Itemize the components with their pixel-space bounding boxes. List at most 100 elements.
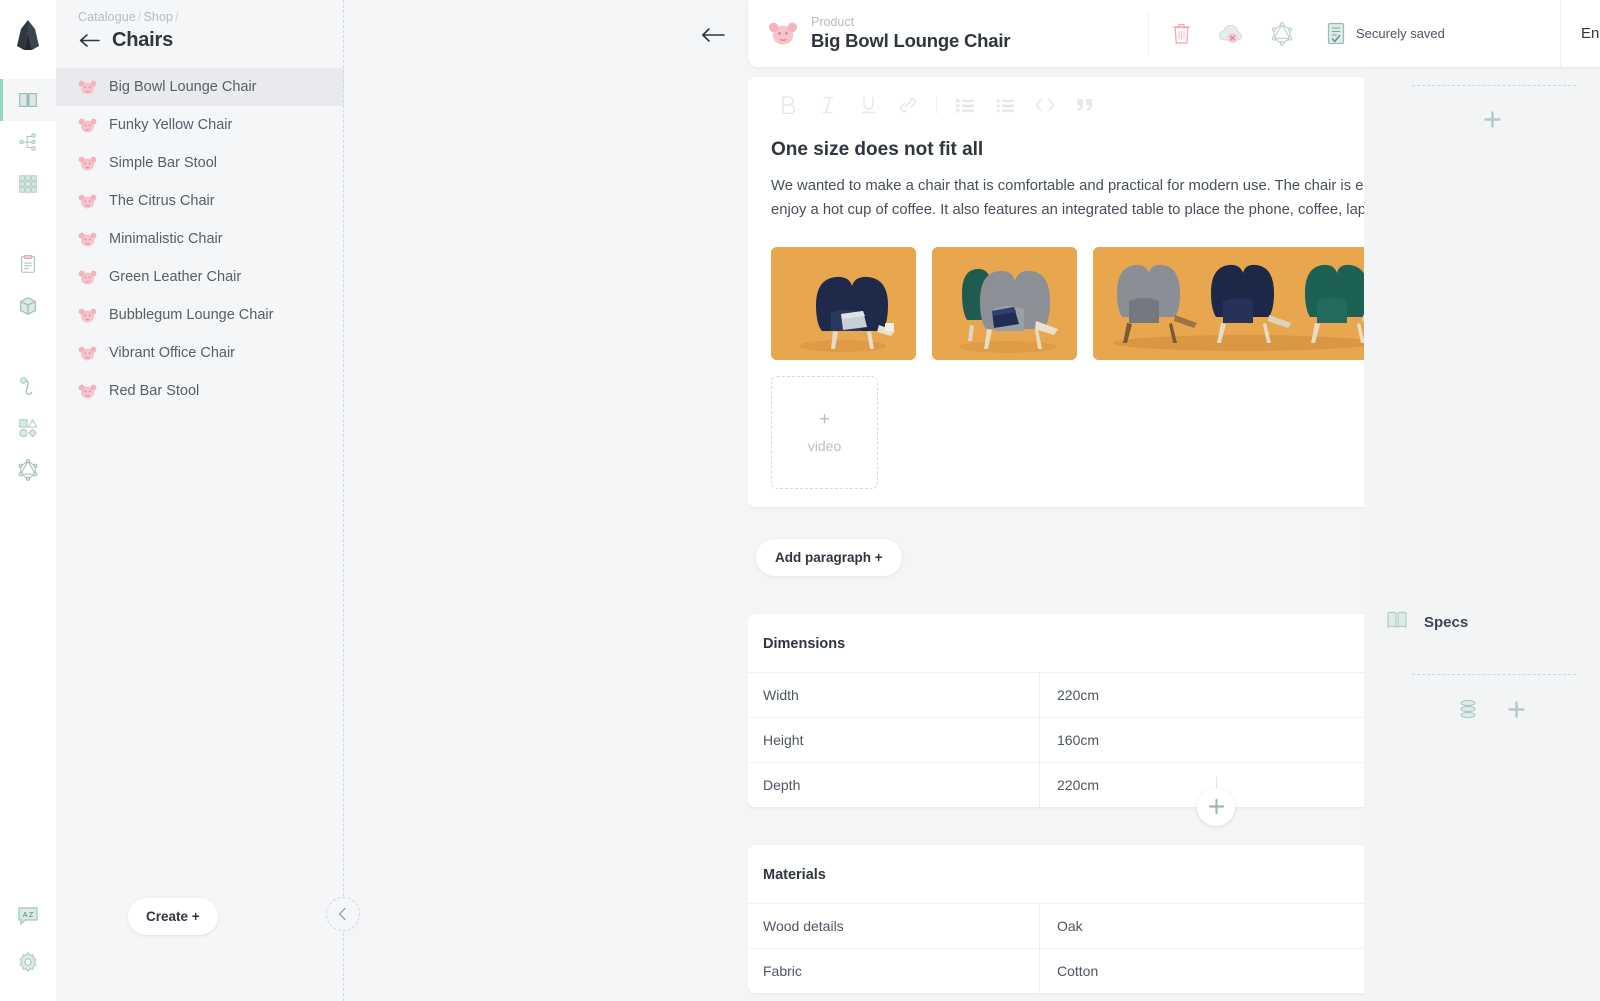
breadcrumb: Catalogue / Shop / <box>78 10 344 24</box>
table-cell-key[interactable]: Wood details <box>748 903 1040 949</box>
list-item-label: Minimalistic Chair <box>109 231 223 247</box>
numbered-list-icon[interactable] <box>985 91 1025 119</box>
right-panel: Description Specs <box>1364 0 1600 1001</box>
translate-icon: A Z <box>18 907 38 926</box>
shapes-icon <box>19 418 38 438</box>
list-item-label: Green Leather Chair <box>109 269 242 285</box>
arrow-left-icon[interactable] <box>78 30 100 52</box>
link-icon[interactable] <box>888 91 928 119</box>
pig-icon <box>78 117 97 134</box>
sidebar-item-api[interactable] <box>0 449 56 491</box>
list-item-label: Funky Yellow Chair <box>109 117 233 133</box>
pig-icon <box>78 193 97 210</box>
media-thumbnail[interactable] <box>932 246 1077 360</box>
gear-icon <box>19 952 37 972</box>
graph-icon <box>18 459 38 481</box>
svg-text:A Z: A Z <box>23 912 34 919</box>
toolbar-divider <box>936 96 937 114</box>
collapse-panel-button[interactable] <box>326 897 360 931</box>
catalogue-header: Catalogue / Shop / Chairs <box>56 0 344 58</box>
sidebar-item-components[interactable] <box>0 163 56 205</box>
list-item-label: Red Bar Stool <box>109 383 200 399</box>
bold-icon[interactable] <box>768 91 808 119</box>
cloud-off-icon[interactable] <box>1218 23 1244 44</box>
box-icon <box>20 297 36 315</box>
pig-icon <box>78 383 97 400</box>
sidebar-item-content[interactable] <box>0 79 56 121</box>
catalogue-panel: Catalogue / Shop / Chairs Big Bowl Lounge C… <box>56 0 344 1001</box>
header-actions: Securely saved <box>1149 0 1560 67</box>
bullet-list-icon[interactable] <box>945 91 985 119</box>
table-cell-key[interactable]: Depth <box>748 762 1040 808</box>
list-item[interactable]: Green Leather Chair <box>56 258 344 296</box>
quote-icon[interactable] <box>1065 91 1105 119</box>
code-icon[interactable] <box>1025 91 1065 119</box>
underline-icon[interactable] <box>848 91 888 119</box>
plus-icon[interactable] <box>1507 700 1526 719</box>
list-item-label: Big Bowl Lounge Chair <box>109 79 257 95</box>
create-button[interactable]: Create + <box>128 898 218 935</box>
panel-section-tools <box>1384 86 1600 129</box>
book-icon <box>19 93 37 107</box>
sidebar-item-products[interactable] <box>0 285 56 327</box>
editor-back-icon[interactable] <box>700 22 726 48</box>
table-cell-key[interactable]: Width <box>748 672 1040 718</box>
sidebar-item-connections[interactable] <box>0 365 56 407</box>
plus-icon[interactable] <box>1483 110 1502 129</box>
pig-icon <box>78 269 97 286</box>
trash-icon[interactable] <box>1171 22 1192 45</box>
table-cell-key[interactable]: Fabric <box>748 948 1040 994</box>
columns-icon <box>1384 607 1410 638</box>
add-video-placeholder[interactable]: + video <box>771 375 878 489</box>
list-item[interactable]: The Citrus Chair <box>56 182 344 220</box>
save-status: Securely saved <box>1326 22 1445 45</box>
panel-spacer <box>1384 129 1600 589</box>
crystal-logo[interactable] <box>15 20 41 55</box>
italic-icon[interactable] <box>808 91 848 119</box>
add-video-label: video <box>807 438 842 455</box>
list-item[interactable]: Funky Yellow Chair <box>56 106 344 144</box>
grid-icon <box>19 175 37 193</box>
product-header: Product Big Bowl Lounge Chair Securely s… <box>748 0 1600 67</box>
clipboard-icon <box>21 254 35 273</box>
catalogue-list: Big Bowl Lounge Chair Funky Yellow Chair… <box>56 68 344 410</box>
breadcrumb-item-catalogue[interactable]: Catalogue <box>78 10 136 24</box>
sidebar-item-translations[interactable]: A Z <box>0 893 56 939</box>
list-item[interactable]: Minimalistic Chair <box>56 220 344 258</box>
media-thumbnail[interactable] <box>1093 246 1393 360</box>
left-rail: A Z <box>0 0 56 1001</box>
table-cell-key[interactable]: Height <box>748 717 1040 763</box>
breadcrumb-item-shop[interactable]: Shop <box>143 10 173 24</box>
sidebar-item-forms[interactable] <box>0 243 56 285</box>
list-item-label: The Citrus Chair <box>109 193 215 209</box>
pig-icon <box>78 345 97 362</box>
list-item[interactable]: Red Bar Stool <box>56 372 344 410</box>
list-item[interactable]: Bubblegum Lounge Chair <box>56 296 344 334</box>
list-item[interactable]: Big Bowl Lounge Chair <box>56 68 344 106</box>
sidebar-item-structure[interactable] <box>0 121 56 163</box>
stack-icon[interactable] <box>1459 699 1477 719</box>
product-text: Product Big Bowl Lounge Chair <box>811 15 1010 52</box>
sidebar-item-settings[interactable] <box>0 939 56 985</box>
product-title: Big Bowl Lounge Chair <box>811 30 1011 51</box>
language-selector[interactable]: English <box>1560 0 1600 67</box>
list-item[interactable]: Simple Bar Stool <box>56 144 344 182</box>
breadcrumb-separator: / <box>175 10 179 24</box>
rail-primary-nav <box>0 79 56 491</box>
list-item[interactable]: Vibrant Office Chair <box>56 334 344 372</box>
add-section-button[interactable] <box>1197 787 1235 826</box>
graph-icon[interactable] <box>1270 21 1294 46</box>
list-item-label: Simple Bar Stool <box>109 155 217 171</box>
product-kicker: Product <box>811 15 855 29</box>
panel-divider <box>343 0 344 1001</box>
app-root: A Z Catalogue / Shop / Chairs Big Bowl L… <box>0 0 1600 1001</box>
panel-section-tools <box>1384 675 1600 719</box>
panel-section-title: Specs <box>1424 614 1469 631</box>
media-thumbnail[interactable] <box>771 246 916 360</box>
add-paragraph-button[interactable]: Add paragraph + <box>756 538 902 576</box>
panel-section-specs: Specs <box>1384 589 1600 719</box>
pig-icon <box>78 307 97 324</box>
document-check-icon <box>1326 22 1346 45</box>
sitemap-icon <box>19 133 36 151</box>
sidebar-item-assets[interactable] <box>0 407 56 449</box>
